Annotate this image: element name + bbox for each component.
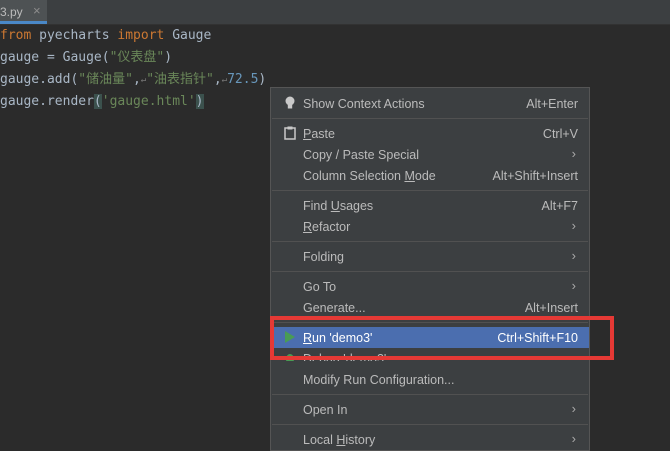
string-literal: "仪表盘" [109,50,165,65]
menu-item-local-history[interactable]: Local History › [271,429,589,450]
code-text: ) [164,50,173,65]
menu-item-label: Show Context Actions [303,97,425,111]
shortcut-label: Alt+F7 [541,199,578,213]
import-name: Gauge [164,28,212,43]
code-text: gauge = Gauge( [0,50,110,65]
keyword-from: from [0,28,32,43]
menu-item-label: Generate... [303,301,366,315]
brace-match: ( [93,94,102,109]
module-name: pyecharts [31,28,118,43]
menu-item-modify-run-configuration[interactable]: Modify Run Configuration... [271,369,589,390]
file-tab[interactable]: 3.py × [0,0,47,24]
menu-item-label: Run 'demo3' [303,331,373,345]
chevron-right-icon: › [571,278,576,293]
menu-item-label: Copy / Paste Special [303,148,420,162]
shortcut-label: Ctrl+Shift+F10 [497,331,578,345]
chevron-right-icon: › [571,431,576,446]
code-text: gauge.add( [0,72,79,87]
editor-tab-bar: 3.py × [0,0,670,25]
menu-item-debug[interactable]: Debug 'demo3' [271,348,589,361]
menu-item-copy-paste-special[interactable]: Copy / Paste Special › [271,144,589,165]
menu-item-show-context-actions[interactable]: Show Context Actions Alt+Enter [271,93,589,114]
code-line-2: gauge = Gauge("仪表盘") [0,47,172,69]
file-tab-label: 3.py [0,5,23,19]
menu-item-label: Paste [303,127,335,141]
menu-separator [272,118,588,119]
code-line-1: from pyecharts import Gauge [0,25,211,47]
menu-separator [272,241,588,242]
comma: , [213,72,222,87]
lightbulb-icon [283,96,297,110]
chevron-right-icon: › [571,401,576,416]
chevron-right-icon: › [571,218,576,233]
menu-item-go-to[interactable]: Go To › [271,276,589,297]
menu-item-refactor[interactable]: Refactor › [271,216,589,237]
shortcut-label: Alt+Enter [526,97,578,111]
menu-item-label: Refactor [303,220,351,234]
close-tab-icon[interactable]: × [33,3,41,18]
menu-item-label: Modify Run Configuration... [303,373,455,387]
brace-match: ) [195,94,204,109]
menu-separator [272,190,588,191]
string-literal: 'gauge.html' [101,94,196,109]
keyword-import: import [117,28,165,43]
string-literal: "油表指针" [146,72,214,87]
menu-item-label: Open In [303,403,348,417]
menu-item-label: Go To [303,280,337,294]
run-play-icon [283,330,297,344]
menu-separator [272,322,588,323]
menu-item-run[interactable]: Run 'demo3' Ctrl+Shift+F10 [271,327,589,348]
menu-separator [272,424,588,425]
clipboard-icon [283,126,297,140]
chevron-right-icon: › [571,248,576,263]
shortcut-label: Alt+Insert [524,301,578,315]
menu-item-paste[interactable]: Paste Ctrl+V [271,123,589,144]
chevron-right-icon: › [571,146,576,161]
comma: , [132,72,141,87]
string-literal: "储油量" [78,72,133,87]
menu-item-label: Folding [303,250,344,264]
number-literal: 72.5 [227,72,259,87]
code-line-3: gauge.add("储油量",↵"油表指针",↵72.5) [0,69,266,91]
menu-separator [272,271,588,272]
menu-separator [272,394,588,395]
shortcut-label: Alt+Shift+Insert [492,169,578,183]
menu-item-label: Find Usages [303,199,374,213]
menu-item-generate[interactable]: Generate... Alt+Insert [271,297,589,318]
menu-item-find-usages[interactable]: Find Usages Alt+F7 [271,195,589,216]
code-text: gauge.render [0,94,94,109]
menu-item-label: Debug 'demo3' [303,352,387,361]
shortcut-label: Ctrl+V [542,127,578,141]
context-menu: Show Context Actions Alt+Enter Paste Ctr… [270,87,590,451]
code-text: ) [258,72,267,87]
menu-item-folding[interactable]: Folding › [271,246,589,267]
debug-bug-icon [283,351,297,361]
code-line-4: gauge.render('gauge.html') [0,91,204,113]
menu-item-label: Local History [303,433,376,447]
menu-item-open-in[interactable]: Open In › [271,399,589,420]
menu-item-column-selection-mode[interactable]: Column Selection Mode Alt+Shift+Insert [271,165,589,186]
menu-item-label: Column Selection Mode [303,169,436,183]
